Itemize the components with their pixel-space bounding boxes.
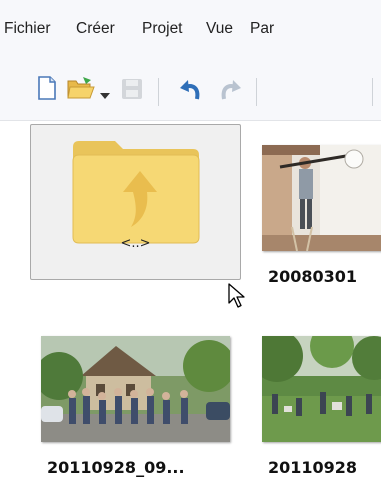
- parent-folder-tile[interactable]: <..>: [30, 124, 241, 280]
- photo-caption: 20080301: [268, 267, 358, 286]
- photo-thumbnail[interactable]: [262, 336, 381, 442]
- menu-vue[interactable]: Vue: [206, 20, 233, 38]
- photo-caption: 20110928: [268, 458, 358, 477]
- mouse-cursor-icon: [228, 283, 246, 313]
- menu-creer[interactable]: Créer: [76, 20, 115, 38]
- redo-icon[interactable]: [218, 77, 242, 107]
- menu-fichier[interactable]: Fichier: [4, 20, 51, 38]
- toolbar-separator: [372, 78, 373, 106]
- new-document-icon[interactable]: [36, 75, 58, 105]
- menu-bar: Fichier Créer Projet Vue Par: [0, 0, 381, 58]
- toolbar: [0, 58, 381, 121]
- file-browser: <..> 20080301 20110928_09... 20110928: [0, 121, 381, 504]
- menu-projet[interactable]: Projet: [142, 20, 183, 38]
- toolbar-separator: [256, 78, 257, 106]
- save-icon[interactable]: [120, 77, 144, 105]
- undo-icon[interactable]: [179, 77, 203, 107]
- photo-thumbnail[interactable]: [262, 145, 381, 251]
- parent-folder-icon: [69, 139, 203, 251]
- dropdown-arrow-icon[interactable]: [100, 85, 110, 104]
- open-folder-icon[interactable]: [66, 75, 96, 105]
- photo-thumbnail[interactable]: [41, 336, 230, 442]
- menu-par[interactable]: Par: [250, 20, 274, 38]
- photo-caption: 20110928_09...: [47, 458, 185, 477]
- parent-folder-label: <..>: [120, 236, 151, 251]
- toolbar-separator: [158, 78, 159, 106]
